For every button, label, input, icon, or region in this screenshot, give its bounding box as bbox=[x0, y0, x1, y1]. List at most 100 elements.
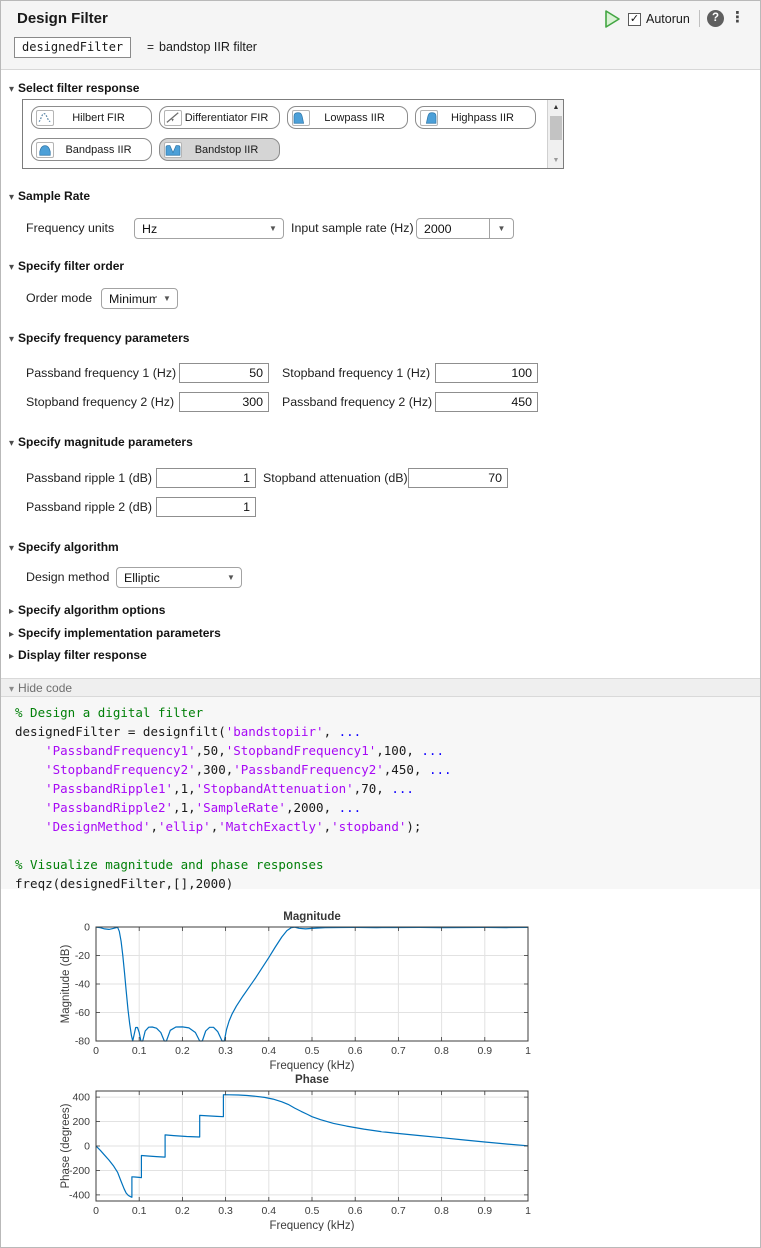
passband-ripple-1-label: Passband ripple 1 (dB) bbox=[26, 468, 152, 489]
phase-chart: 00.10.20.30.40.50.60.70.80.914002000-200… bbox=[56, 1069, 546, 1231]
filter-response-gallery: Hilbert FIR Differentiator FIR Lowpass I… bbox=[22, 99, 564, 169]
section-label: Select filter response bbox=[18, 81, 139, 95]
expand-triangle-icon: ▸ bbox=[9, 629, 14, 640]
passband-ripple-1-input[interactable] bbox=[156, 468, 256, 488]
svg-text:Phase (degrees): Phase (degrees) bbox=[60, 1103, 72, 1188]
gallery-item-hilbert-fir[interactable]: Hilbert FIR bbox=[31, 106, 152, 129]
stopband-attenuation-input[interactable] bbox=[408, 468, 508, 488]
autorun-checkbox[interactable]: ✓ bbox=[628, 13, 641, 26]
svg-text:0.8: 0.8 bbox=[434, 1205, 449, 1217]
code-block[interactable]: % Design a digital filterdesignedFilter … bbox=[1, 697, 760, 889]
stopband-frequency-2-input[interactable] bbox=[179, 392, 269, 412]
gallery-item-label: Lowpass IIR bbox=[310, 112, 407, 124]
gallery-item-lowpass-iir[interactable]: Lowpass IIR bbox=[287, 106, 408, 129]
design-method-dropdown[interactable]: Elliptic ▼ bbox=[116, 567, 242, 588]
svg-text:-80: -80 bbox=[75, 1036, 90, 1048]
design-method-label: Design method bbox=[26, 567, 109, 588]
svg-text:0.4: 0.4 bbox=[261, 1205, 276, 1217]
scroll-down-icon[interactable]: ▼ bbox=[548, 153, 564, 168]
svg-text:0.7: 0.7 bbox=[391, 1205, 406, 1217]
gallery-item-bandstop-iir[interactable]: Bandstop IIR bbox=[159, 138, 280, 161]
svg-text:0.9: 0.9 bbox=[477, 1045, 492, 1057]
svg-text:200: 200 bbox=[72, 1116, 90, 1128]
passband-frequency-1-input[interactable] bbox=[179, 363, 269, 383]
svg-text:0.6: 0.6 bbox=[348, 1205, 363, 1217]
gallery-item-highpass-iir[interactable]: Highpass IIR bbox=[415, 106, 536, 129]
run-button[interactable] bbox=[602, 9, 622, 29]
svg-text:1: 1 bbox=[525, 1205, 531, 1217]
svg-text:0.6: 0.6 bbox=[348, 1045, 363, 1057]
svg-text:0.5: 0.5 bbox=[305, 1045, 320, 1057]
passband-frequency-2-input[interactable] bbox=[435, 392, 538, 412]
collapse-triangle-icon: ▾ bbox=[9, 262, 14, 273]
scrollbar-thumb[interactable] bbox=[550, 116, 562, 140]
input-sample-rate-combobox[interactable]: 2000 ▼ bbox=[416, 218, 514, 239]
passband-ripple-2-label: Passband ripple 2 (dB) bbox=[26, 497, 152, 518]
svg-text:0: 0 bbox=[84, 922, 90, 934]
chevron-down-icon: ▼ bbox=[490, 224, 513, 233]
gallery-item-label: Hilbert FIR bbox=[54, 112, 151, 124]
section-specify-algorithm-options[interactable]: ▸Specify algorithm options bbox=[9, 603, 165, 617]
help-icon[interactable]: ? bbox=[707, 10, 724, 27]
section-display-filter-response[interactable]: ▸Display filter response bbox=[9, 648, 147, 662]
passband-ripple-2-input[interactable] bbox=[156, 497, 256, 517]
stopband-frequency-2-label: Stopband frequency 2 (Hz) bbox=[26, 392, 174, 413]
bandstop-iir-icon bbox=[164, 142, 182, 158]
design-filter-task-panel: Design Filter ✓ Autorun ? ⋮ designedFilt… bbox=[0, 0, 761, 1248]
svg-text:0.3: 0.3 bbox=[218, 1045, 233, 1057]
section-label: Specify implementation parameters bbox=[18, 626, 221, 640]
section-specify-filter-order[interactable]: ▾ Specify filter order bbox=[9, 259, 124, 273]
dropdown-value: Elliptic bbox=[117, 571, 221, 585]
collapse-triangle-icon: ▾ bbox=[9, 334, 14, 345]
svg-text:-40: -40 bbox=[75, 979, 90, 991]
hilbert-fir-icon bbox=[36, 110, 54, 126]
autorun-label: Autorun bbox=[646, 12, 690, 26]
svg-text:0.2: 0.2 bbox=[175, 1045, 190, 1057]
section-specify-frequency-parameters[interactable]: ▾ Specify frequency parameters bbox=[9, 331, 189, 345]
scroll-up-icon[interactable]: ▲ bbox=[548, 100, 564, 115]
chevron-down-icon: ▼ bbox=[221, 573, 241, 582]
differentiator-fir-icon bbox=[164, 110, 182, 126]
gallery-item-label: Bandstop IIR bbox=[182, 144, 279, 156]
svg-text:-200: -200 bbox=[69, 1165, 90, 1177]
section-specify-algorithm[interactable]: ▾Specify algorithm bbox=[9, 540, 119, 554]
output-variable-field[interactable]: designedFilter bbox=[14, 37, 131, 58]
expand-triangle-icon: ▸ bbox=[9, 606, 14, 617]
stopband-attenuation-label: Stopband attenuation (dB) bbox=[263, 468, 408, 489]
equals-sign: = bbox=[147, 40, 154, 54]
section-specify-implementation-parameters[interactable]: ▸ Specify implementation parameters bbox=[9, 626, 221, 640]
gallery-item-bandpass-iir[interactable]: Bandpass IIR bbox=[31, 138, 152, 161]
stopband-frequency-1-label: Stopband frequency 1 (Hz) bbox=[282, 363, 430, 384]
passband-frequency-1-label: Passband frequency 1 (Hz) bbox=[26, 363, 176, 384]
task-header: Design Filter ✓ Autorun ? ⋮ designedFilt… bbox=[1, 1, 760, 70]
gallery-scrollbar[interactable]: ▲ ▼ bbox=[547, 100, 563, 168]
section-label: Specify frequency parameters bbox=[18, 331, 189, 345]
section-select-filter-response[interactable]: ▾ Select filter response bbox=[9, 81, 139, 95]
section-specify-magnitude-parameters[interactable]: ▾ Specify magnitude parameters bbox=[9, 435, 193, 449]
svg-text:0.1: 0.1 bbox=[132, 1045, 147, 1057]
bandpass-iir-icon bbox=[36, 142, 54, 158]
code-lines: % Design a digital filterdesignedFilter … bbox=[15, 703, 760, 893]
kebab-menu-icon[interactable]: ⋮ bbox=[730, 8, 745, 28]
lowpass-iir-icon bbox=[292, 110, 310, 126]
svg-text:0: 0 bbox=[84, 1141, 90, 1153]
section-sample-rate[interactable]: ▾Sample Rate bbox=[9, 189, 90, 203]
hide-code-toggle[interactable]: ▾Hide code bbox=[1, 678, 760, 697]
svg-text:-400: -400 bbox=[69, 1189, 90, 1201]
section-label: Specify magnitude parameters bbox=[18, 435, 193, 449]
svg-text:0.7: 0.7 bbox=[391, 1045, 406, 1057]
frequency-units-dropdown[interactable]: Hz ▼ bbox=[134, 218, 284, 239]
page-title: Design Filter bbox=[17, 10, 108, 27]
collapse-triangle-icon: ▾ bbox=[9, 84, 14, 95]
gallery-item-label: Highpass IIR bbox=[438, 112, 535, 124]
collapse-triangle-icon: ▾ bbox=[9, 438, 14, 449]
order-mode-dropdown[interactable]: Minimum ▼ bbox=[101, 288, 178, 309]
svg-text:0.1: 0.1 bbox=[132, 1205, 147, 1217]
svg-text:Magnitude (dB): Magnitude (dB) bbox=[60, 945, 72, 1024]
svg-text:0.4: 0.4 bbox=[261, 1045, 276, 1057]
svg-text:-20: -20 bbox=[75, 950, 90, 962]
gallery-item-differentiator-fir[interactable]: Differentiator FIR bbox=[159, 106, 280, 129]
stopband-frequency-1-input[interactable] bbox=[435, 363, 538, 383]
section-label: Specify filter order bbox=[18, 259, 124, 273]
svg-text:0: 0 bbox=[93, 1205, 99, 1217]
